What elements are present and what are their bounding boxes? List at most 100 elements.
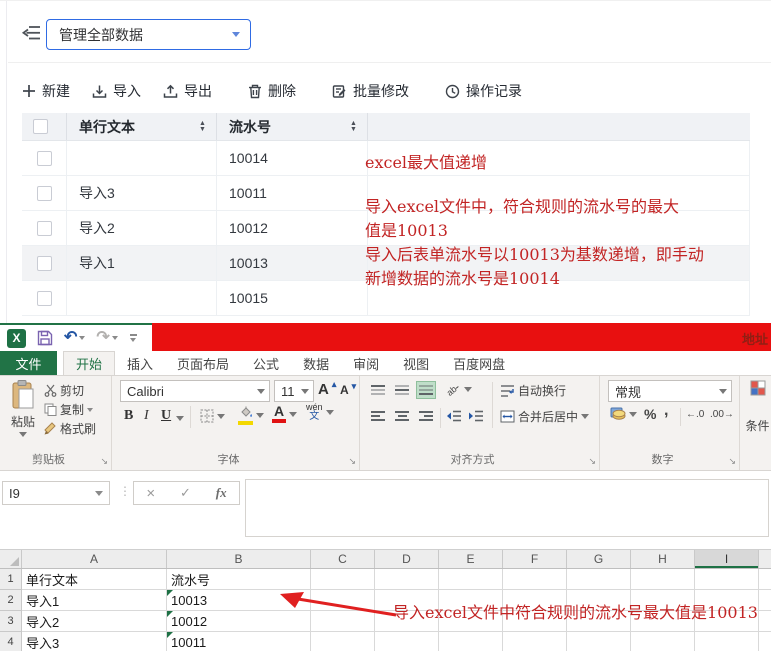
shrink-font-button[interactable]: A▾ bbox=[340, 383, 356, 397]
grow-font-button[interactable]: A▴ bbox=[318, 381, 336, 398]
undo-button[interactable]: ↶ bbox=[64, 330, 85, 346]
col-header-H[interactable]: H bbox=[631, 550, 695, 568]
cell[interactable] bbox=[375, 632, 439, 651]
row-checkbox[interactable] bbox=[37, 186, 52, 201]
format-painter-button[interactable]: 格式刷 bbox=[44, 420, 96, 437]
col-header-E[interactable]: E bbox=[439, 550, 503, 568]
align-center-button[interactable] bbox=[392, 407, 412, 425]
cancel-button[interactable]: × bbox=[146, 485, 155, 502]
collapse-sidebar-icon[interactable] bbox=[22, 24, 42, 42]
cell[interactable] bbox=[695, 569, 759, 590]
row-checkbox[interactable] bbox=[37, 221, 52, 236]
cell-B4[interactable]: 10011 bbox=[167, 632, 311, 651]
insert-function-button[interactable]: fx bbox=[216, 485, 227, 501]
col-header-C[interactable]: C bbox=[311, 550, 375, 568]
number-format-combobox[interactable]: 常规 bbox=[608, 380, 732, 402]
row-checkbox[interactable] bbox=[37, 256, 52, 271]
tab-file[interactable]: 文件 bbox=[0, 351, 57, 375]
tab-page-layout[interactable]: 页面布局 bbox=[165, 351, 241, 375]
cell[interactable] bbox=[439, 569, 503, 590]
cell[interactable] bbox=[759, 590, 771, 611]
align-bottom-button[interactable] bbox=[416, 381, 436, 399]
tab-insert[interactable]: 插入 bbox=[115, 351, 165, 375]
cell[interactable] bbox=[311, 569, 375, 590]
row-header-1[interactable]: 1 bbox=[0, 569, 22, 590]
enter-button[interactable]: ✓ bbox=[180, 485, 191, 501]
cell[interactable] bbox=[503, 632, 567, 651]
view-selector-dropdown[interactable]: 管理全部数据 bbox=[46, 19, 251, 50]
col-header-B[interactable]: B bbox=[167, 550, 311, 568]
chevron-down-icon[interactable] bbox=[112, 336, 118, 340]
clipboard-dialog-launcher-icon[interactable]: ↘ bbox=[100, 457, 108, 466]
italic-button[interactable]: I bbox=[144, 408, 149, 424]
new-button[interactable]: 新建 bbox=[22, 81, 70, 101]
row-header-3[interactable]: 3 bbox=[0, 611, 22, 632]
orientation-button[interactable]: ab bbox=[446, 382, 472, 397]
cell[interactable] bbox=[567, 632, 631, 651]
comma-style-button[interactable]: , bbox=[664, 402, 668, 420]
underline-options-chevron-icon[interactable] bbox=[176, 416, 184, 421]
select-all-corner[interactable] bbox=[0, 550, 22, 568]
col-header-G[interactable]: G bbox=[567, 550, 631, 568]
cell[interactable] bbox=[439, 632, 503, 651]
cell-B1[interactable]: 流水号 bbox=[167, 569, 311, 590]
cell[interactable] bbox=[759, 632, 771, 651]
increase-indent-button[interactable] bbox=[466, 407, 486, 425]
align-top-button[interactable] bbox=[368, 381, 388, 399]
select-all-checkbox[interactable] bbox=[33, 119, 48, 134]
batch-edit-button[interactable]: 批量修改 bbox=[332, 81, 409, 101]
align-right-button[interactable] bbox=[416, 407, 436, 425]
cut-button[interactable]: 剪切 bbox=[44, 382, 84, 399]
sort-icon[interactable]: ▲▼ bbox=[350, 121, 359, 133]
align-left-button[interactable] bbox=[368, 407, 388, 425]
row-header-4[interactable]: 4 bbox=[0, 632, 22, 651]
font-size-combobox[interactable]: 11 bbox=[274, 380, 314, 402]
col-header-I-active[interactable]: I bbox=[695, 550, 759, 568]
cell-A2[interactable]: 导入1 bbox=[22, 590, 167, 611]
tab-baidu-netdisk[interactable]: 百度网盘 bbox=[441, 351, 517, 375]
accounting-format-button[interactable] bbox=[610, 407, 637, 421]
tab-data[interactable]: 数据 bbox=[291, 351, 341, 375]
delete-button[interactable]: 删除 bbox=[248, 81, 296, 101]
cell-A4[interactable]: 导入3 bbox=[22, 632, 167, 651]
conditional-formatting-button[interactable]: 条件 bbox=[744, 380, 771, 434]
cell[interactable] bbox=[759, 611, 771, 632]
bold-button[interactable]: B bbox=[124, 408, 133, 424]
export-button[interactable]: 导出 bbox=[163, 81, 212, 101]
customize-qat-button[interactable] bbox=[130, 334, 137, 342]
borders-button[interactable] bbox=[200, 409, 225, 423]
cell[interactable] bbox=[375, 569, 439, 590]
cell[interactable] bbox=[567, 569, 631, 590]
font-color-button[interactable]: A bbox=[272, 405, 297, 423]
cell[interactable] bbox=[631, 569, 695, 590]
cell-A3[interactable]: 导入2 bbox=[22, 611, 167, 632]
increase-decimal-button[interactable]: ←.0 bbox=[686, 409, 704, 420]
import-button[interactable]: 导入 bbox=[92, 81, 141, 101]
cell-A1[interactable]: 单行文本 bbox=[22, 569, 167, 590]
tab-view[interactable]: 视图 bbox=[391, 351, 441, 375]
sort-icon[interactable]: ▲▼ bbox=[199, 121, 208, 133]
row-checkbox[interactable] bbox=[37, 291, 52, 306]
cell[interactable] bbox=[695, 632, 759, 651]
cell[interactable] bbox=[503, 569, 567, 590]
percent-style-button[interactable]: % bbox=[644, 406, 656, 422]
merge-center-button[interactable]: 合并后居中 bbox=[500, 408, 589, 425]
tab-review[interactable]: 审阅 bbox=[341, 351, 391, 375]
tab-home[interactable]: 开始 bbox=[63, 351, 115, 375]
col-header-F[interactable]: F bbox=[503, 550, 567, 568]
underline-button[interactable]: U bbox=[161, 408, 171, 424]
cell[interactable] bbox=[311, 632, 375, 651]
excel-logo-icon[interactable]: X bbox=[7, 329, 26, 348]
formula-input[interactable] bbox=[245, 479, 769, 537]
decrease-decimal-button[interactable]: .00→ bbox=[710, 409, 734, 420]
redo-button[interactable]: ↷ bbox=[96, 330, 117, 346]
decrease-indent-button[interactable] bbox=[444, 407, 464, 425]
fill-color-button[interactable] bbox=[238, 406, 264, 425]
phonetic-guide-button[interactable]: wén 文 bbox=[306, 403, 334, 421]
col-header-A[interactable]: A bbox=[22, 550, 167, 568]
paste-button[interactable]: 粘贴 bbox=[8, 380, 38, 437]
font-name-combobox[interactable]: Calibri bbox=[120, 380, 270, 402]
copy-button[interactable]: 复制 bbox=[44, 401, 93, 418]
font-dialog-launcher-icon[interactable]: ↘ bbox=[348, 457, 356, 466]
alignment-dialog-launcher-icon[interactable]: ↘ bbox=[588, 457, 596, 466]
